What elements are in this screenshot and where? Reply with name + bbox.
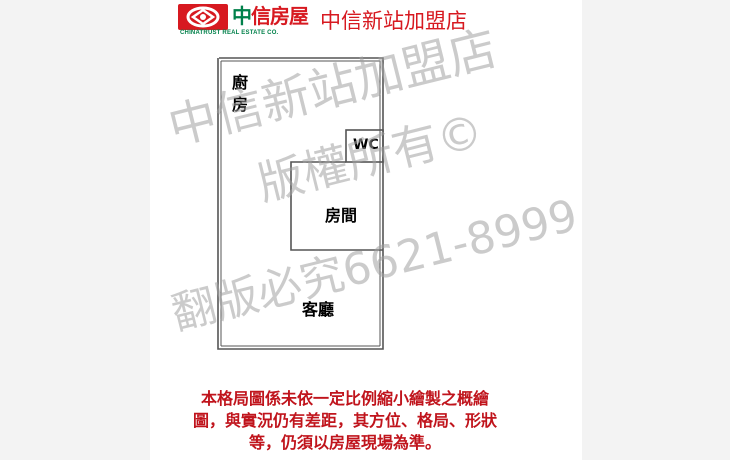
wc-label: WC (353, 137, 379, 153)
bedroom-label: 房間 (325, 206, 358, 225)
disclaimer-line-3: 等，仍須以房屋現場為準。 (248, 433, 441, 452)
living-room-label: 客廳 (302, 300, 335, 319)
disclaimer-line-1: 本格局圖係未依一定比例縮小繪製之概繪 (200, 389, 489, 408)
kitchen-label: 廚房 (232, 73, 249, 114)
disclaimer-line-2: 圖，與實況仍有差距，其方位、格局、形狀 (192, 411, 497, 430)
disclaimer: 本格局圖係未依一定比例縮小繪製之概繪 圖，與實況仍有差距，其方位、格局、形狀 等… (160, 388, 530, 454)
